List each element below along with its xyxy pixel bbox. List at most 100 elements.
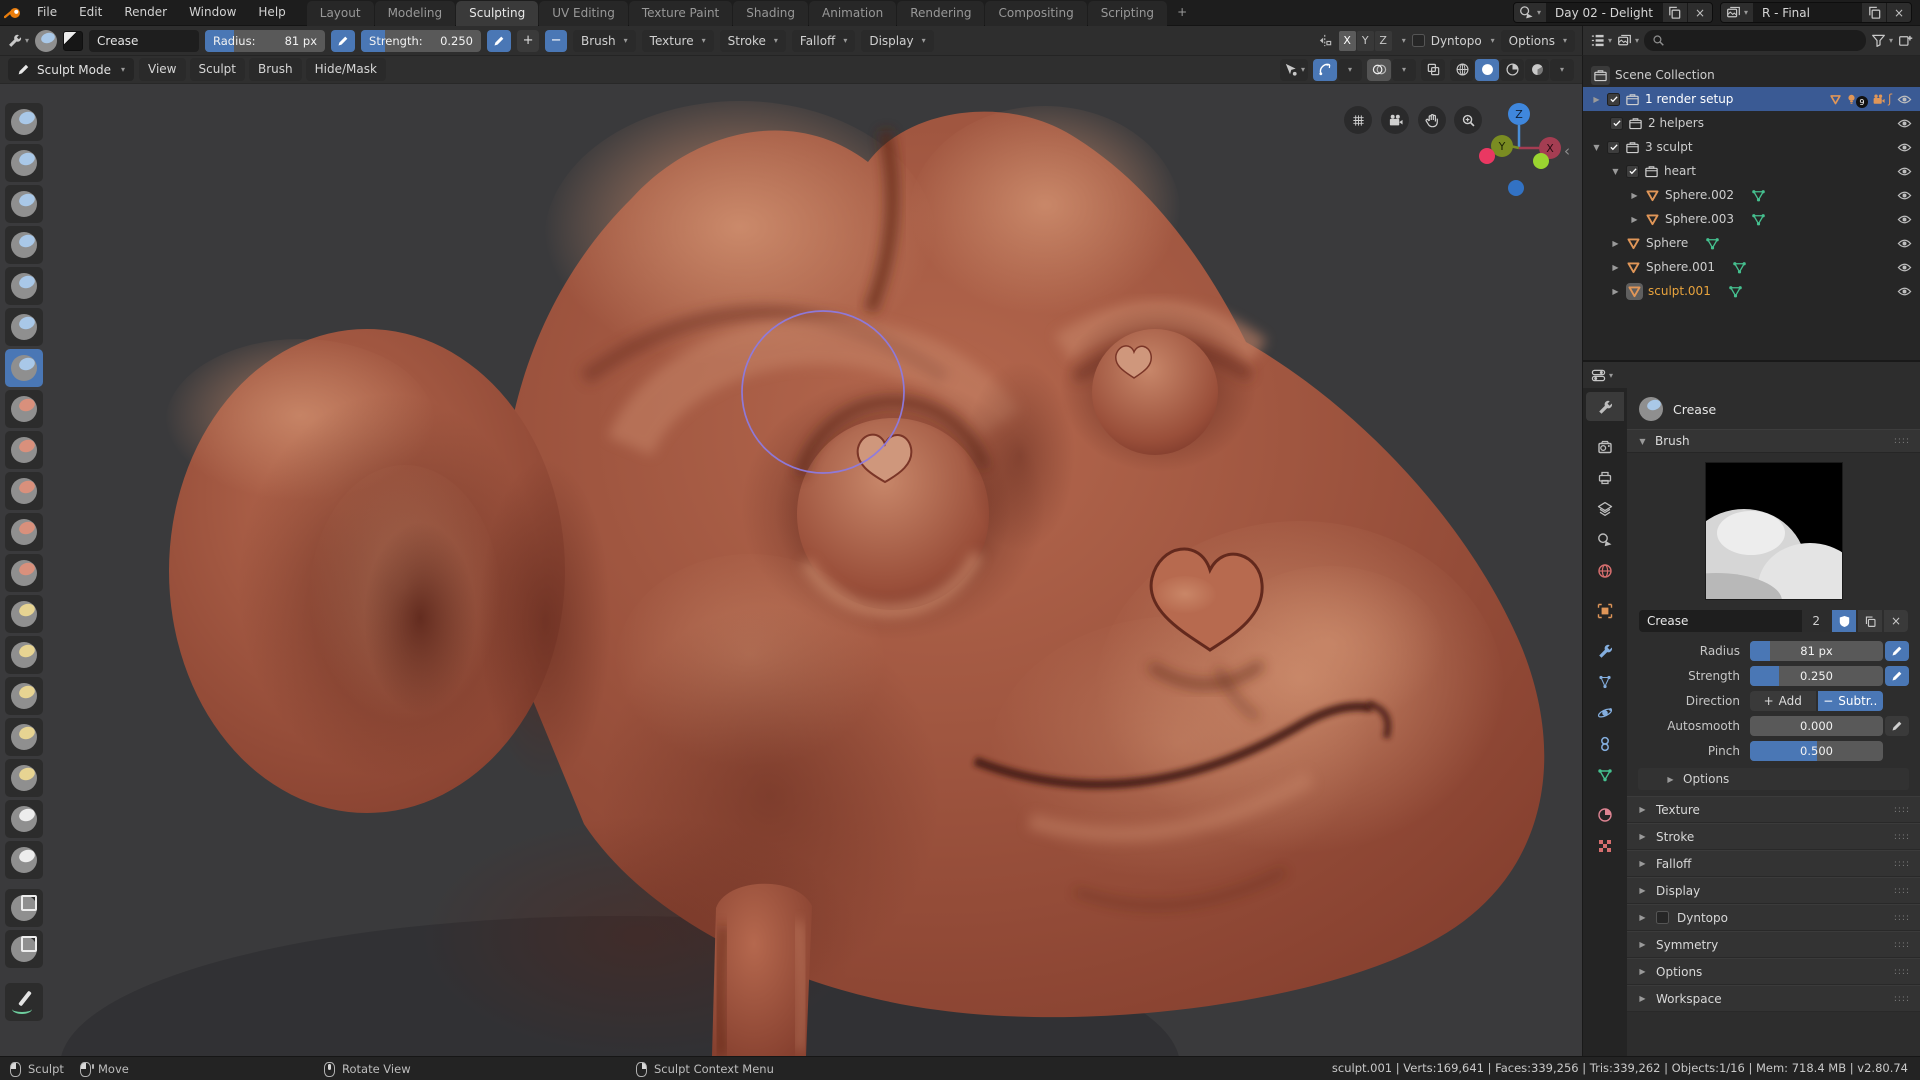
tab-rendering[interactable]: Rendering (897, 0, 985, 26)
panel-dyntopo[interactable]: ▶ Dyntopo :::: (1627, 904, 1920, 931)
tool-smooth-brush[interactable] (5, 390, 43, 428)
eye-icon[interactable] (1897, 212, 1912, 227)
radius-pressure-button[interactable] (331, 29, 356, 52)
tool-box-mask[interactable] (5, 930, 43, 968)
panel-display[interactable]: ▶ Display :::: (1627, 877, 1920, 904)
panel-drag-grip[interactable]: :::: (1894, 967, 1910, 977)
mirror-y-toggle[interactable]: Y (1356, 30, 1374, 51)
tab-layout[interactable]: Layout (306, 0, 374, 26)
close-scene-icon[interactable]: × (1687, 3, 1712, 22)
outliner-editor-icon[interactable]: ▾ (1590, 33, 1612, 48)
direction-subtract-button[interactable]: − (545, 29, 568, 52)
menu-edit[interactable]: Edit (68, 0, 113, 25)
tab-sculpting[interactable]: Sculpting (456, 0, 539, 26)
menu-help[interactable]: Help (247, 0, 296, 25)
disclosure-icon[interactable]: ▶ (1610, 287, 1621, 296)
tool-box-hide[interactable] (5, 889, 43, 927)
tool-grab-brush[interactable] (5, 595, 43, 633)
tab-material-properties[interactable] (1586, 800, 1624, 829)
duplicate-brush-icon[interactable] (1858, 610, 1882, 632)
overlays-options-chevron-icon[interactable]: ▾ (1392, 58, 1416, 81)
gizmo-z-axis[interactable]: Z (1508, 103, 1530, 125)
eye-icon[interactable] (1897, 284, 1912, 299)
brush-users-count[interactable]: 2 (1802, 610, 1830, 632)
tool-inflate-brush[interactable] (5, 267, 43, 305)
tab-tool-properties[interactable] (1586, 392, 1624, 421)
view-layer-selector[interactable]: ▾ R - Final × (1719, 2, 1912, 23)
close-view-layer-icon[interactable]: × (1887, 3, 1911, 22)
sculpt-menu[interactable]: Sculpt (189, 58, 245, 81)
outliner-row-sphere[interactable]: ▶ Sphere (1583, 231, 1920, 255)
autosmooth-pressure-button[interactable] (1885, 716, 1909, 736)
eye-icon[interactable] (1897, 236, 1912, 251)
autosmooth-slider[interactable]: 0.000 (1750, 716, 1883, 736)
tab-scene-properties[interactable] (1586, 525, 1624, 554)
gizmo-minus-z-ball[interactable] (1508, 180, 1524, 196)
new-collection-icon[interactable] (1898, 33, 1913, 48)
options-menu[interactable]: Options ▾ (1500, 29, 1575, 52)
shading-solid-icon[interactable] (1475, 58, 1499, 81)
collection-checkbox[interactable] (1607, 92, 1620, 106)
navigation-gizmo[interactable]: Z Y X (1468, 84, 1572, 208)
menu-file[interactable]: File (26, 0, 68, 25)
panel-drag-grip[interactable]: :::: (1894, 436, 1910, 446)
pan-hand-icon[interactable] (1418, 106, 1446, 134)
collection-checkbox[interactable] (1610, 116, 1623, 130)
outliner-search-input[interactable] (1669, 32, 1858, 49)
tab-uv-editing[interactable]: UV Editing (539, 0, 628, 26)
direction-add-button[interactable]: + Add (1750, 691, 1816, 711)
mirror-x-toggle[interactable]: X (1338, 30, 1356, 51)
tab-physics-properties[interactable] (1586, 698, 1624, 727)
dyntopo-checkbox[interactable] (1411, 34, 1425, 47)
tab-world-properties[interactable] (1586, 556, 1624, 585)
tab-compositing[interactable]: Compositing (985, 0, 1087, 26)
copy-view-layer-icon[interactable] (1862, 3, 1886, 22)
tool-scrape-brush[interactable] (5, 513, 43, 551)
mode-selector[interactable]: Sculpt Mode ▾ (8, 58, 135, 81)
hide-mask-menu[interactable]: Hide/Mask (305, 58, 386, 81)
tool-clay-strips-brush[interactable] (5, 185, 43, 223)
tab-object-properties[interactable] (1586, 596, 1624, 625)
panel-drag-grip[interactable]: :::: (1894, 805, 1910, 815)
editor-type-icon[interactable]: ▾ (7, 33, 29, 48)
tab-scripting[interactable]: Scripting (1087, 0, 1168, 26)
tool-clay-brush[interactable] (5, 144, 43, 182)
radius-pressure-button[interactable] (1885, 641, 1909, 661)
tool-pinch-brush[interactable] (5, 554, 43, 592)
brush-options-subpanel[interactable]: ▶ Options (1638, 768, 1909, 790)
outliner-row-sphere-001[interactable]: ▶ Sphere.001 (1583, 255, 1920, 279)
toggle-grid-ortho-icon[interactable] (1344, 106, 1372, 134)
outliner-row-scene-collection[interactable]: Scene Collection (1583, 63, 1920, 87)
dyntopo-chevron-icon[interactable]: ▾ (1491, 36, 1495, 45)
disclosure-icon[interactable]: ▶ (1629, 191, 1640, 200)
disclosure-icon[interactable]: ▶ (1610, 263, 1621, 272)
tool-layer-brush[interactable] (5, 226, 43, 264)
tool-blob-brush[interactable] (5, 308, 43, 346)
mirror-options-chevron-icon[interactable]: ▾ (1402, 36, 1406, 45)
menu-render[interactable]: Render (113, 0, 178, 25)
outliner-display-mode-icon[interactable]: ▾ (1617, 33, 1639, 48)
shading-wireframe-icon[interactable] (1450, 58, 1474, 81)
panel-drag-grip[interactable]: :::: (1894, 994, 1910, 1004)
tab-output-properties[interactable] (1586, 463, 1624, 492)
radius-slider[interactable]: Radius: 81 px (205, 29, 326, 52)
brush-panel-header[interactable]: ▼ Brush :::: (1627, 429, 1920, 453)
panel-checkbox[interactable] (1656, 911, 1669, 924)
crease-brush-preview-icon[interactable] (35, 29, 58, 52)
tab-particle-properties[interactable] (1586, 667, 1624, 696)
eye-icon[interactable] (1897, 92, 1912, 107)
brush-datablock-icon[interactable] (63, 30, 84, 51)
panel-drag-grip[interactable]: :::: (1894, 913, 1910, 923)
tab-animation[interactable]: Animation (809, 0, 897, 26)
outliner-row-sculpt-001[interactable]: ▶ sculpt.001 (1583, 279, 1920, 303)
add-workspace-button[interactable]: + (1168, 0, 1196, 25)
gizmo-toggle-icon[interactable] (1313, 58, 1337, 81)
outliner-row-render-setup[interactable]: ▶ 1 render setup 9 ʃ (1583, 87, 1920, 111)
fake-user-shield-icon[interactable] (1832, 610, 1856, 632)
strength-pressure-button[interactable] (487, 29, 512, 52)
eye-icon[interactable] (1897, 116, 1912, 131)
tab-view-layer-properties[interactable] (1586, 494, 1624, 523)
brush-name-field[interactable]: Crease (89, 29, 200, 52)
strength-pressure-button[interactable] (1885, 666, 1909, 686)
shading-options-chevron-icon[interactable]: ▾ (1550, 58, 1574, 81)
